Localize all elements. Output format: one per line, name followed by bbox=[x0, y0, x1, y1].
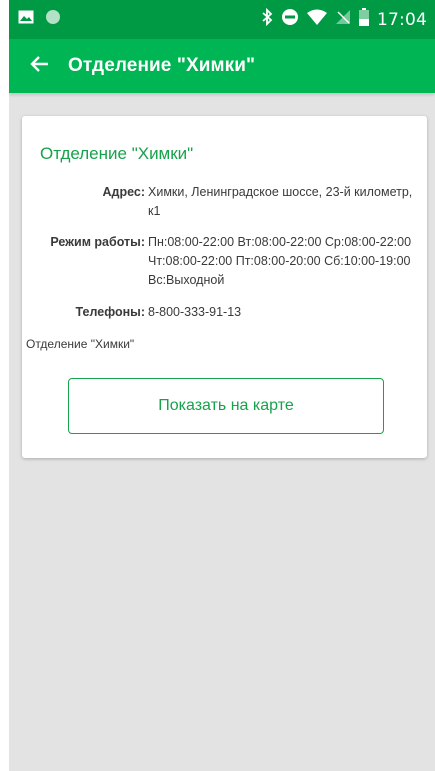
circle-icon bbox=[45, 9, 61, 30]
hours-label: Режим работы: bbox=[50, 235, 145, 249]
branch-note: Отделение "Химки" bbox=[26, 337, 135, 351]
battery-icon bbox=[359, 8, 369, 31]
hours-value: Пн:08:00-22:00 Вт:08:00-22:00 Ср:08:00-2… bbox=[148, 235, 412, 287]
no-signal-icon bbox=[335, 9, 351, 30]
branch-title: Отделение "Химки" bbox=[40, 144, 194, 163]
phones-value[interactable]: 8-800-333-91-13 bbox=[148, 303, 414, 322]
arrow-left-icon bbox=[29, 54, 49, 79]
status-bar: 17:04 bbox=[9, 0, 435, 39]
page-title: Отделение "Химки" bbox=[68, 55, 256, 76]
status-time: 17:04 bbox=[377, 9, 427, 30]
app-frame: 17:04 Отделение "Химки" Отделение "Химки… bbox=[9, 0, 435, 771]
do-not-disturb-icon bbox=[281, 8, 299, 31]
bluetooth-icon bbox=[261, 7, 273, 31]
wifi-icon bbox=[307, 9, 327, 30]
app-bar: Отделение "Химки" bbox=[9, 39, 435, 93]
back-button[interactable] bbox=[24, 51, 54, 81]
phones-label: Телефоны: bbox=[75, 305, 146, 319]
branch-card: Отделение "Химки" Адрес: Химки, Ленингра… bbox=[22, 116, 427, 458]
address-label: Адрес: bbox=[102, 185, 146, 199]
image-icon bbox=[18, 10, 34, 29]
show-on-map-button[interactable]: Показать на карте bbox=[68, 378, 384, 434]
address-value: Химки, Ленинградское шоссе, 23-й километ… bbox=[148, 185, 413, 218]
